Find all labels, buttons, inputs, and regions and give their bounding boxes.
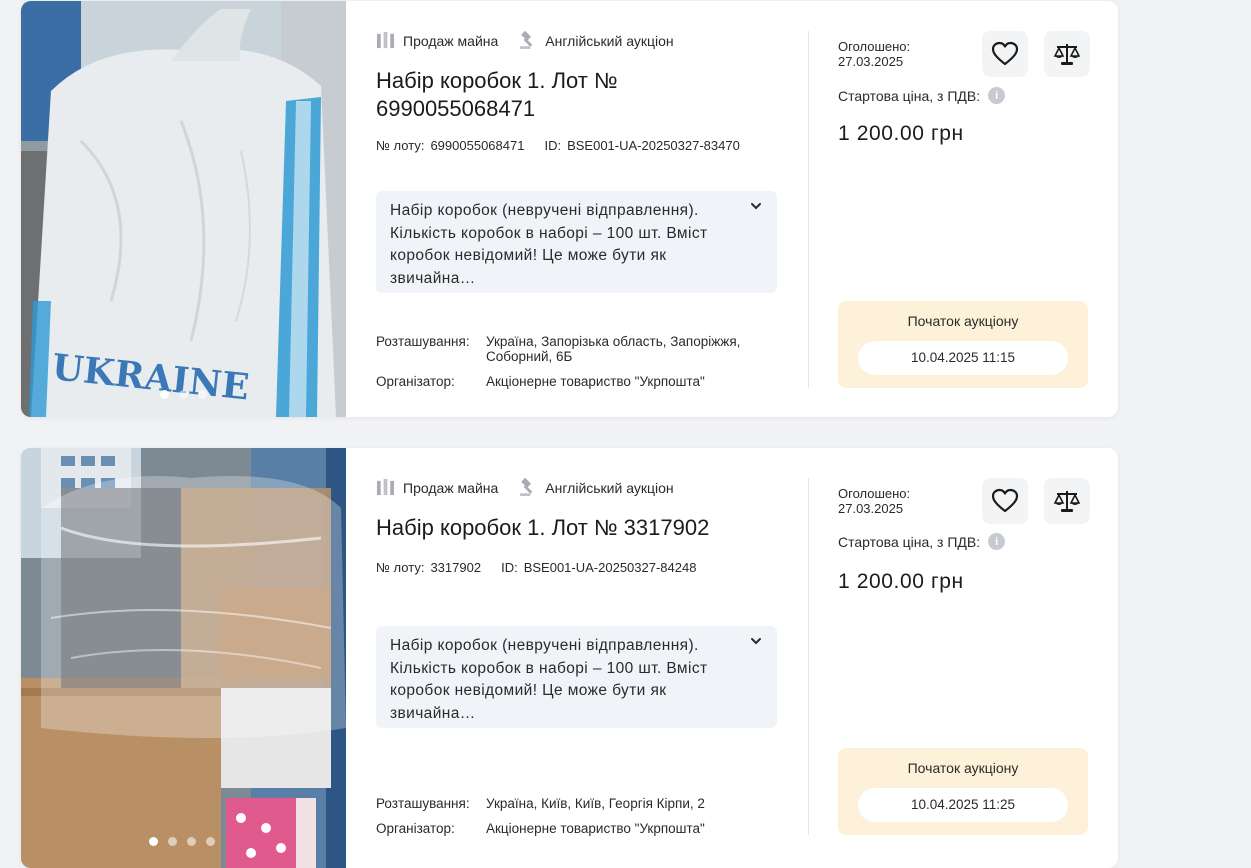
lot-category: Продаж майна	[403, 479, 499, 496]
photo-bag-image: UKRAINE	[21, 1, 346, 417]
photo-dot[interactable]	[149, 837, 158, 846]
lot-description-text: Набір коробок (неврученi відправлення). …	[390, 202, 708, 287]
lot-auction-type: Англійський аукціон	[545, 32, 674, 49]
location-value: Україна, Запорізька область, Запоріжжя, …	[486, 334, 741, 364]
auction-start-date: 10.04.2025 11:15	[858, 341, 1068, 375]
heart-icon	[991, 41, 1019, 66]
lot-organizer-row: Організатор: Акціонерне товариство "Укрп…	[376, 374, 786, 389]
lot-number: 6990055068471	[430, 138, 525, 153]
vat-row: Стартова ціна, з ПДВ: i	[838, 87, 1006, 104]
organizer-value: Акціонерне товариство "Укрпошта"	[486, 821, 705, 836]
announced-date: 27.03.2025	[838, 501, 904, 516]
photo-dot[interactable]	[206, 837, 215, 846]
lot-card[interactable]: UKRAINE Продаж майна Англійський аукціон	[21, 1, 1118, 417]
lot-ids: № лоту: 6990055068471 ID: BSE001-UA-202503…	[376, 138, 740, 153]
building-columns-icon	[376, 31, 395, 49]
building-columns-icon	[376, 478, 395, 496]
start-price-label: Стартова ціна, з ПДВ:	[838, 87, 981, 104]
vat-row: Стартова ціна, з ПДВ: i	[838, 533, 1006, 550]
lot-organizer-row: Організатор: Акціонерне товариство "Укрп…	[376, 821, 786, 836]
info-icon[interactable]: i	[988, 87, 1006, 104]
photo-boxes-image	[21, 448, 346, 868]
lot-location-row: Розташування: Україна, Запорізька област…	[376, 334, 786, 364]
favorite-button[interactable]	[982, 31, 1028, 77]
lot-id-label: ID:	[501, 560, 518, 575]
favorite-button[interactable]	[982, 478, 1028, 524]
announced-label: Оголошено:	[838, 39, 911, 54]
auction-start-date: 10.04.2025 11:25	[858, 788, 1068, 822]
announced-label: Оголошено:	[838, 486, 911, 501]
lot-auction-type: Англійський аукціон	[545, 479, 674, 496]
gavel-icon	[520, 31, 533, 50]
photo-dot[interactable]	[168, 837, 177, 846]
chevron-down-icon[interactable]	[749, 199, 763, 213]
lot-photo[interactable]: UKRAINE	[21, 1, 346, 417]
lot-location-row: Розташування: Україна, Київ, Київ, Георг…	[376, 796, 786, 811]
lot-title[interactable]: Набір коробок 1. Лот № 3317902	[376, 514, 796, 542]
lot-title[interactable]: Набір коробок 1. Лот № 6990055068471	[376, 67, 776, 123]
photo-pagination	[21, 837, 346, 846]
location-label: Розташування:	[376, 796, 470, 811]
photo-pagination	[21, 390, 346, 399]
heart-icon	[991, 488, 1019, 513]
organizer-label: Організатор:	[376, 821, 455, 836]
photo-dot[interactable]	[198, 390, 207, 399]
lot-number-label: № лоту:	[376, 560, 425, 575]
lot-id-label: ID:	[544, 138, 562, 153]
start-price: 1 200.00 грн	[838, 570, 964, 593]
announced-date: 27.03.2025	[838, 54, 904, 69]
lot-id: BSE001-UA-20250327-83470	[567, 138, 740, 153]
auction-start-box: Початок аукціону 10.04.2025 11:25	[838, 748, 1088, 835]
start-price-label: Стартова ціна, з ПДВ:	[838, 533, 981, 550]
announced-info: Оголошено: 27.03.2025	[838, 486, 910, 516]
lot-category: Продаж майна	[403, 32, 499, 49]
photo-dot[interactable]	[187, 837, 196, 846]
photo-dot[interactable]	[160, 390, 169, 399]
lot-photo[interactable]	[21, 448, 346, 868]
organizer-label: Організатор:	[376, 374, 455, 389]
lot-description-text: Набір коробок (невручені відправлення). …	[390, 637, 708, 722]
lot-number: 3317902	[430, 560, 482, 575]
location-value: Україна, Київ, Київ, Георгія Кірпи, 2	[486, 796, 705, 811]
photo-dot[interactable]	[179, 390, 188, 399]
chevron-down-icon[interactable]	[749, 634, 763, 648]
lot-description[interactable]: Набір коробок (невручені відправлення). …	[376, 626, 777, 728]
location-label: Розташування:	[376, 334, 470, 349]
auction-start-label: Початок аукціону	[907, 760, 1019, 776]
info-icon[interactable]: i	[988, 533, 1006, 550]
announced-info: Оголошено: 27.03.2025	[838, 39, 910, 69]
compare-button[interactable]	[1044, 478, 1090, 524]
compare-button[interactable]	[1044, 31, 1090, 77]
lot-description[interactable]: Набір коробок (неврученi відправлення). …	[376, 191, 777, 293]
lot-meta: Продаж майна Англійський аукціон	[376, 478, 694, 497]
lot-id: BSE001-UA-20250327-84248	[523, 560, 697, 575]
scales-icon	[1053, 491, 1081, 512]
auction-start-box: Початок аукціону 10.04.2025 11:15	[838, 301, 1088, 388]
scales-icon	[1053, 44, 1081, 65]
organizer-value: Акціонерне товариство "Укрпошта"	[486, 374, 705, 389]
lot-card[interactable]: Продаж майна Англійський аукціон Набір к…	[21, 448, 1118, 868]
auction-start-label: Початок аукціону	[907, 313, 1019, 329]
divider	[808, 31, 809, 388]
gavel-icon	[520, 478, 533, 497]
lot-meta: Продаж майна Англійський аукціон	[376, 31, 694, 50]
start-price: 1 200.00 грн	[838, 122, 964, 145]
lot-number-label: № лоту:	[376, 138, 425, 153]
divider	[808, 478, 809, 835]
lot-ids: № лоту: 3317902 ID: BSE001-UA-20250327-842…	[376, 560, 696, 575]
